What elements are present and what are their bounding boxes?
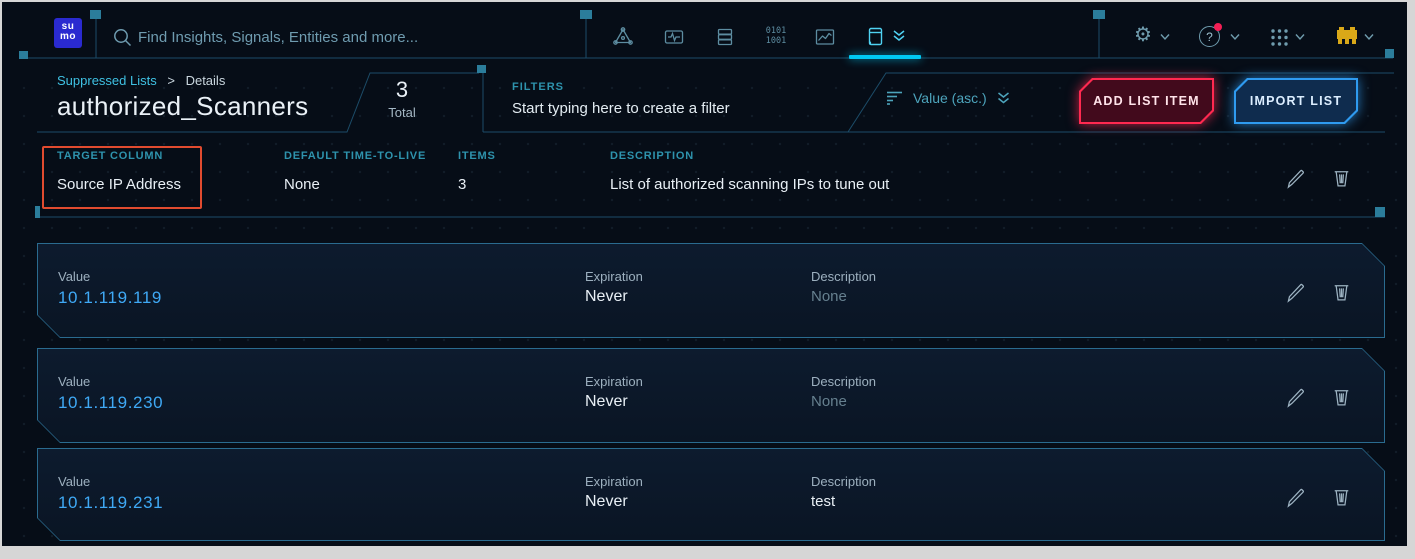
app-grid-chevron-icon[interactable] xyxy=(1294,33,1306,41)
meta-label: ITEMS xyxy=(458,150,496,162)
expiration-label: Expiration xyxy=(585,474,643,489)
dashboards-icon[interactable] xyxy=(814,26,836,48)
expiration-cell: Never xyxy=(585,493,628,511)
user-avatar[interactable] xyxy=(1336,27,1358,45)
list-item-surface: Value 10.1.119.231 Expiration Never Desc… xyxy=(38,449,1384,540)
list-item-surface: Value 10.1.119.230 Expiration Never Desc… xyxy=(38,349,1384,442)
description-label: Description xyxy=(811,374,876,389)
meta-label: DEFAULT TIME-TO-LIVE xyxy=(284,150,426,162)
help-notification-dot xyxy=(1214,23,1222,31)
total-label: Total xyxy=(368,105,436,120)
add-list-item-button[interactable]: ADD LIST ITEM xyxy=(1079,78,1214,124)
value-label: Value xyxy=(58,269,90,284)
logo-text-line2: mo xyxy=(54,32,82,42)
value-label: Value xyxy=(58,474,90,489)
global-search-input[interactable] xyxy=(138,24,538,50)
breadcrumb-suppressed-lists[interactable]: Suppressed Lists xyxy=(57,73,157,88)
meta-value: None xyxy=(284,176,426,193)
app-window: su mo 0101 1001 xyxy=(2,2,1407,546)
breadcrumb-details: Details xyxy=(186,73,226,88)
library-chevron-down-icon[interactable] xyxy=(891,29,907,43)
import-list-button[interactable]: IMPORT LIST xyxy=(1234,78,1358,124)
sort-control[interactable]: Value (asc.) xyxy=(886,90,1011,106)
signals-icon[interactable] xyxy=(663,26,685,48)
search-icon xyxy=(112,27,133,48)
delete-list-icon[interactable] xyxy=(1330,166,1353,189)
total-counter: 3 Total xyxy=(368,77,436,120)
filter-input[interactable] xyxy=(512,96,842,120)
settings-gear-icon[interactable]: ⚙ xyxy=(1134,25,1152,45)
sort-label: Value (asc.) xyxy=(913,90,987,106)
expiration-label: Expiration xyxy=(585,269,643,284)
sort-double-chevron-icon xyxy=(996,92,1011,105)
insights-icon[interactable] xyxy=(612,26,634,48)
breadcrumb-separator: > xyxy=(167,73,175,88)
meta-description: DESCRIPTION List of authorized scanning … xyxy=(610,150,889,193)
entities-icon[interactable] xyxy=(714,26,736,48)
records-icon-line2: 1001 xyxy=(761,36,791,46)
records-icon-line1: 0101 xyxy=(761,26,791,36)
description-label: Description xyxy=(811,474,876,489)
value-cell: 10.1.119.231 xyxy=(58,493,163,513)
sort-icon xyxy=(886,90,904,106)
value-label: Value xyxy=(58,374,90,389)
breadcrumb: Suppressed Lists > Details xyxy=(57,73,225,88)
delete-item-icon[interactable] xyxy=(1330,280,1353,303)
edit-list-icon[interactable] xyxy=(1284,166,1307,189)
meta-label: TARGET COLUMN xyxy=(57,150,181,162)
description-label: Description xyxy=(811,269,876,284)
meta-value: List of authorized scanning IPs to tune … xyxy=(610,176,889,193)
description-cell: None xyxy=(811,288,847,305)
expiration-cell: Never xyxy=(585,288,628,306)
meta-default-ttl: DEFAULT TIME-TO-LIVE None xyxy=(284,150,426,193)
active-nav-underline xyxy=(849,55,921,59)
total-value: 3 xyxy=(368,77,436,103)
delete-item-icon[interactable] xyxy=(1330,485,1353,508)
list-item-row: Value 10.1.119.231 Expiration Never Desc… xyxy=(37,448,1385,541)
records-icon[interactable]: 0101 1001 xyxy=(761,26,791,46)
meta-target-column: TARGET COLUMN Source IP Address xyxy=(57,150,181,193)
import-list-label: IMPORT LIST xyxy=(1236,80,1356,122)
content-library-icon[interactable] xyxy=(864,26,886,48)
app-grid-icon[interactable] xyxy=(1270,28,1289,47)
value-cell: 10.1.119.119 xyxy=(58,288,162,308)
edit-item-icon[interactable] xyxy=(1284,485,1307,508)
settings-chevron-icon[interactable] xyxy=(1159,33,1171,41)
filters-label: FILTERS xyxy=(512,81,564,93)
meta-items: ITEMS 3 xyxy=(458,150,496,193)
help-glyph: ? xyxy=(1206,30,1213,44)
sumo-logic-logo[interactable]: su mo xyxy=(54,18,82,48)
meta-value: 3 xyxy=(458,176,496,193)
list-item-row: Value 10.1.119.230 Expiration Never Desc… xyxy=(37,348,1385,443)
delete-item-icon[interactable] xyxy=(1330,385,1353,408)
user-chevron-icon[interactable] xyxy=(1363,33,1375,41)
page-title: authorized_Scanners xyxy=(57,91,308,122)
edit-item-icon[interactable] xyxy=(1284,385,1307,408)
help-chevron-icon[interactable] xyxy=(1229,33,1241,41)
description-cell: None xyxy=(811,393,847,410)
expiration-label: Expiration xyxy=(585,374,643,389)
add-list-item-label: ADD LIST ITEM xyxy=(1081,80,1212,122)
list-item-surface: Value 10.1.119.119 Expiration Never Desc… xyxy=(38,244,1384,337)
expiration-cell: Never xyxy=(585,393,628,411)
meta-value: Source IP Address xyxy=(57,176,181,193)
edit-item-icon[interactable] xyxy=(1284,280,1307,303)
meta-label: DESCRIPTION xyxy=(610,150,889,162)
description-cell: test xyxy=(811,493,835,510)
list-item-row: Value 10.1.119.119 Expiration Never Desc… xyxy=(37,243,1385,338)
value-cell: 10.1.119.230 xyxy=(58,393,163,413)
